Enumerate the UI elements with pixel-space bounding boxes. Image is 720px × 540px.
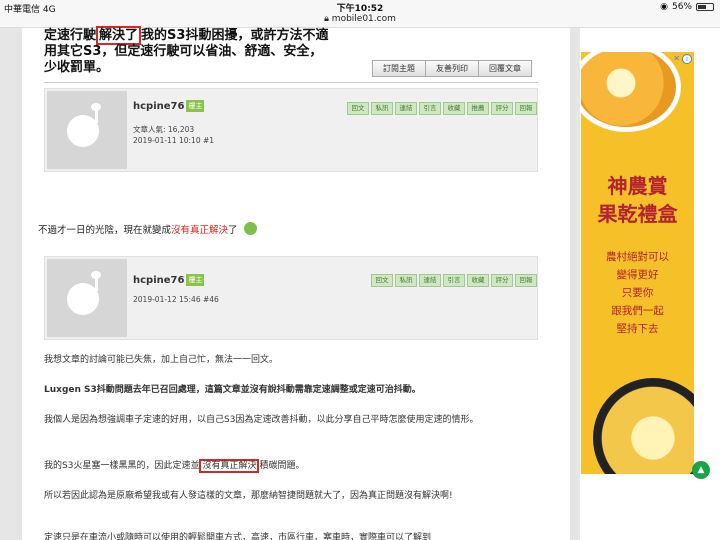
interlude-start: 不過才一日的光陰，現在就變成 (38, 225, 172, 236)
ad-banner[interactable]: i ✕ 神農賞 果乾禮盒 農村絕對可以 變得更好 只要你 跟我們一起 堅持下去 (581, 52, 694, 474)
battery-percent: 56% (671, 2, 692, 12)
message-action[interactable]: 私訊 (371, 102, 393, 115)
quote-action[interactable]: 引言 (443, 274, 465, 287)
post1-line2: 用其它S3，但定速行駛可以省油、舒適、安全， (44, 44, 323, 59)
post2-username-row: hcpine76 樓主 (133, 274, 205, 286)
thread-toolbar: 訂閱主題 友善列印 回覆文章 (372, 60, 532, 77)
post2-actions: 回文 私訊 連結 引言 收藏 評分 回報 (371, 274, 537, 287)
print-button[interactable]: 友善列印 (426, 60, 479, 77)
post1-date: 2019-01-11 10:10 #1 (133, 136, 215, 145)
highlight-box-solved: 解決了 (96, 26, 142, 45)
avatar[interactable] (47, 259, 127, 337)
scroll-to-top-button[interactable]: ▲ (692, 461, 710, 479)
paragraph-4-end: 積碳問題。 (259, 461, 305, 471)
post1-username-row: hcpine76 樓主 (133, 100, 205, 112)
post2-username[interactable]: hcpine76 (133, 275, 184, 286)
post2-author-card: hcpine76 樓主 2019-01-12 15:46 #46 回文 私訊 連結… (44, 256, 538, 340)
report-action[interactable]: 回報 (515, 274, 537, 287)
reply-button[interactable]: 回覆文章 (479, 60, 532, 77)
ad-copy-line: 只要你 (621, 287, 654, 299)
avatar-fuse (95, 109, 98, 123)
left-gutter (0, 28, 22, 540)
status-right: ◉ 56% (660, 2, 714, 12)
favorite-action[interactable]: 收藏 (443, 102, 465, 115)
post2-paragraph-6: 定速只是在車流小或隨時可以使用的輕鬆開車方式，高速，市區行車，塞車時，實際車可以… (44, 533, 432, 540)
battery-icon (696, 3, 714, 11)
post2-paragraph-1: 我想文章的討論可能已失焦，加上自己忙，無法一一回文。 (44, 355, 279, 365)
url-bar[interactable]: 🔒︎ mobile01.com (0, 14, 720, 24)
avatar-spark (91, 103, 101, 111)
interlude-end: 了 (228, 225, 238, 236)
dried-orange-image (581, 52, 681, 132)
post1-popularity: 文章人氣: 16,203 (133, 125, 195, 134)
post1-line1: 定速行駛 解決了 我的S3抖動困擾，或許方法不適 (44, 26, 344, 45)
ad-title-line1: 神農賞 (607, 174, 668, 198)
rate-action[interactable]: 評分 (491, 102, 513, 115)
post1-line1-end: 我的S3抖動困擾，或許方法不適 (141, 28, 329, 43)
url-text: mobile01.com (331, 14, 396, 24)
avatar-fuse (95, 277, 98, 291)
divider (44, 82, 538, 83)
post1-text: 定速行駛 解決了 我的S3抖動困擾，或許方法不適 用其它S3，但定速行駛可以省油、舒… (44, 26, 344, 76)
paragraph-4-start: 我的S3火星塞一樣黑黑的，因此定速並 (44, 461, 200, 471)
post2-date: 2019-01-12 15:46 #46 (133, 295, 219, 304)
avatar[interactable] (47, 91, 127, 169)
link-action[interactable]: 連結 (395, 102, 417, 115)
clock-label: 下午10:52 (336, 4, 384, 14)
lock-icon: 🔒︎ (324, 14, 329, 24)
post1-role-badge: 樓主 (186, 100, 205, 112)
ad-copy-line: 農村絕對可以 (606, 251, 669, 263)
recommend-action[interactable]: 推薦 (467, 102, 489, 115)
post1-actions: 回文 私訊 連結 引言 收藏 推薦 評分 回報 (347, 102, 537, 115)
browser-status-bar: 中華電信 4G 下午10:52 🔒︎ mobile01.com ◉ 56% (0, 0, 720, 28)
quote-action[interactable]: 引言 (419, 102, 441, 115)
post2-paragraph-2: Luxgen S3抖動問題去年已召回處理，這篇文章並沒有說抖動需靠定速調整或定速… (44, 385, 421, 395)
right-gutter (570, 28, 580, 540)
post1-username[interactable]: hcpine76 (133, 101, 184, 112)
ad-title-line2: 果乾禮盒 (597, 202, 678, 226)
ad-close-icon[interactable]: ✕ (673, 54, 680, 63)
highlight-box-not-solved: 沒有真正解決 (199, 459, 260, 473)
post1-line3: 少收罰單。 (44, 60, 110, 75)
reply-action[interactable]: 回文 (371, 274, 393, 287)
rotation-lock-icon: ◉ (660, 2, 668, 12)
link-action[interactable]: 連結 (419, 274, 441, 287)
interlude-red: 沒有真正解決 (171, 225, 229, 236)
ad-copy-line: 堅持下去 (616, 323, 659, 335)
emoji-icon (243, 222, 257, 235)
ad-copy-line: 跟我們一起 (611, 305, 664, 317)
post1-author-card: hcpine76 樓主 文章人氣: 16,203 2019-01-11 10:10… (44, 88, 538, 172)
ad-copy: 農村絕對可以 變得更好 只要你 跟我們一起 堅持下去 (581, 248, 694, 338)
post2-paragraph-3: 我個人是因為想強調車子定速的好用，以自己S3因為定速改善抖動，以此分享自己平時怎… (44, 415, 479, 425)
chevron-up-icon: ▲ (697, 465, 705, 475)
post1-line1-start: 定速行駛 (44, 28, 97, 43)
interlude-text: 不過才一日的光陰，現在就變成沒有真正解決了 (38, 222, 257, 236)
message-action[interactable]: 私訊 (395, 274, 417, 287)
post2-paragraph-5: 所以若因此認為是原廠希望我或有人發這樣的文章，那麼納智捷問題就大了，因為真正問題… (44, 491, 453, 501)
subscribe-button[interactable]: 訂閱主題 (372, 60, 426, 77)
rate-action[interactable]: 評分 (491, 274, 513, 287)
post2-paragraph-4: 我的S3火星塞一樣黑黑的，因此定速並 沒有真正解決 積碳問題。 (44, 458, 534, 474)
ad-title: 神農賞 果乾禮盒 (581, 172, 694, 228)
avatar-spark (91, 271, 101, 279)
ad-info-icon[interactable]: i (682, 54, 692, 64)
favorite-action[interactable]: 收藏 (467, 274, 489, 287)
dried-orange-image (593, 378, 694, 474)
ad-copy-line: 變得更好 (616, 269, 659, 281)
report-action[interactable]: 回報 (515, 102, 537, 115)
reply-action[interactable]: 回文 (347, 102, 369, 115)
post2-role-badge: 樓主 (186, 274, 205, 286)
